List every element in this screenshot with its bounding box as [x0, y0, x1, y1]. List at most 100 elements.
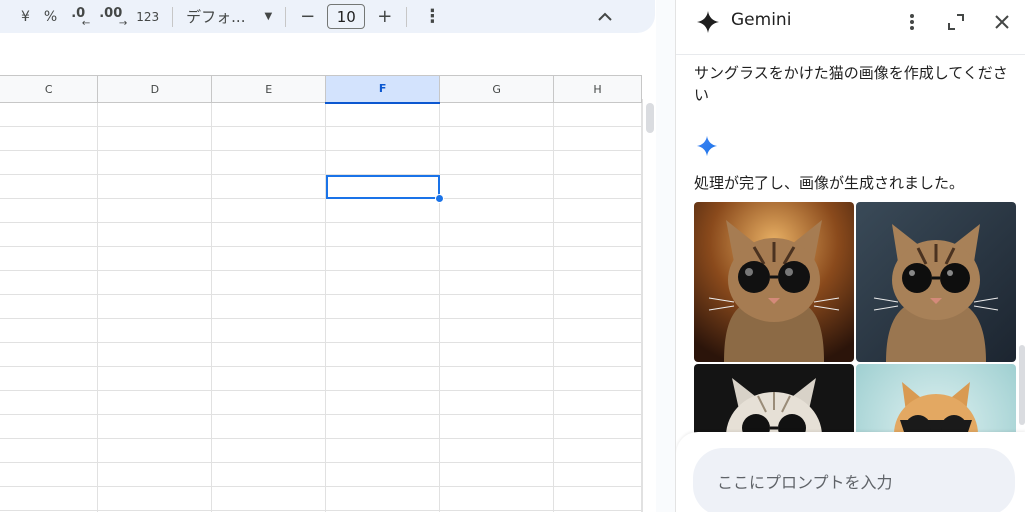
grid-cell[interactable]: [553, 486, 642, 511]
fill-handle[interactable]: [435, 194, 444, 203]
grid-cell[interactable]: [0, 438, 99, 463]
grid-cell[interactable]: [439, 174, 555, 199]
grid-cell[interactable]: [325, 126, 441, 151]
grid-cell[interactable]: [0, 414, 99, 439]
grid-cell[interactable]: [211, 342, 327, 367]
grid-cell[interactable]: [325, 270, 441, 295]
grid-cell[interactable]: [439, 222, 555, 247]
grid-cell[interactable]: [0, 126, 99, 151]
grid-cell[interactable]: [325, 102, 441, 127]
grid-cell[interactable]: [553, 342, 642, 367]
column-header-h[interactable]: H: [553, 75, 642, 103]
grid-cell[interactable]: [553, 390, 642, 415]
grid-cell[interactable]: [0, 222, 99, 247]
grid-cell[interactable]: [325, 342, 441, 367]
column-header-g[interactable]: G: [439, 75, 555, 103]
grid-cell[interactable]: [325, 246, 441, 271]
number-format-button[interactable]: 123: [129, 3, 166, 31]
vertical-scrollbar[interactable]: [642, 99, 656, 512]
grid-cell[interactable]: [439, 438, 555, 463]
grid-cell[interactable]: [439, 318, 555, 343]
generated-cat-image-4[interactable]: [856, 364, 1016, 435]
active-cell[interactable]: [325, 174, 441, 199]
decrease-decimal-button[interactable]: .0 ←: [64, 3, 92, 31]
grid-cell[interactable]: [553, 318, 642, 343]
grid-cell[interactable]: [211, 318, 327, 343]
grid-cell[interactable]: [0, 342, 99, 367]
grid-cell[interactable]: [439, 198, 555, 223]
grid-cell[interactable]: [439, 486, 555, 511]
grid-cell[interactable]: [439, 342, 555, 367]
grid-cell[interactable]: [0, 462, 99, 487]
increase-decimal-button[interactable]: .00 →: [92, 3, 129, 31]
close-icon[interactable]: [988, 8, 1016, 36]
generated-cat-image-1[interactable]: [694, 202, 854, 362]
increase-font-size-button[interactable]: +: [369, 3, 400, 31]
grid-cell[interactable]: [97, 270, 213, 295]
more-options-icon[interactable]: ⋮: [413, 3, 451, 31]
grid-cell[interactable]: [0, 270, 99, 295]
grid-cell[interactable]: [553, 174, 642, 199]
grid-cell[interactable]: [97, 198, 213, 223]
grid-cell[interactable]: [211, 294, 327, 319]
grid-cell[interactable]: [0, 102, 99, 127]
grid-cell[interactable]: [553, 150, 642, 175]
grid-cell[interactable]: [211, 246, 327, 271]
grid-cell[interactable]: [325, 486, 441, 511]
font-size-input[interactable]: 10: [327, 4, 366, 29]
grid-cell[interactable]: [211, 102, 327, 127]
column-header-c[interactable]: C: [0, 75, 99, 103]
decrease-font-size-button[interactable]: −: [292, 3, 323, 31]
expand-icon[interactable]: [942, 8, 970, 36]
grid-cell[interactable]: [97, 246, 213, 271]
generated-cat-image-2[interactable]: [856, 202, 1016, 362]
generated-cat-image-3[interactable]: [694, 364, 854, 435]
grid-cell[interactable]: [553, 102, 642, 127]
grid-cell[interactable]: [0, 246, 99, 271]
percent-format-button[interactable]: %: [37, 3, 64, 31]
grid-cell[interactable]: [553, 246, 642, 271]
grid-cell[interactable]: [553, 438, 642, 463]
grid-cell[interactable]: [97, 150, 213, 175]
grid-cell[interactable]: [439, 462, 555, 487]
grid-cell[interactable]: [439, 366, 555, 391]
grid-cell[interactable]: [325, 438, 441, 463]
currency-yen-button[interactable]: ¥: [14, 3, 37, 31]
column-header-d[interactable]: D: [97, 75, 213, 103]
panel-scrollbar[interactable]: [1019, 345, 1025, 425]
grid-cell[interactable]: [211, 174, 327, 199]
grid-cell[interactable]: [439, 390, 555, 415]
grid-cell[interactable]: [97, 438, 213, 463]
grid-cell[interactable]: [211, 462, 327, 487]
grid-cell[interactable]: [553, 366, 642, 391]
grid-cell[interactable]: [97, 318, 213, 343]
grid-cell[interactable]: [97, 486, 213, 511]
column-header-f[interactable]: F: [325, 75, 441, 104]
grid-cell[interactable]: [439, 126, 555, 151]
scrollbar-thumb[interactable]: [646, 103, 654, 133]
grid-cell[interactable]: [0, 174, 99, 199]
grid-cell[interactable]: [97, 366, 213, 391]
grid-cell[interactable]: [211, 150, 327, 175]
grid-cell[interactable]: [325, 222, 441, 247]
grid-cell[interactable]: [0, 294, 99, 319]
grid-cell[interactable]: [553, 222, 642, 247]
grid-cell[interactable]: [0, 390, 99, 415]
grid-cell[interactable]: [325, 198, 441, 223]
more-vert-icon[interactable]: [898, 8, 926, 36]
grid-cell[interactable]: [0, 150, 99, 175]
column-header-e[interactable]: E: [211, 75, 327, 103]
grid-cell[interactable]: [97, 174, 213, 199]
grid-cell[interactable]: [553, 126, 642, 151]
grid-cell[interactable]: [211, 270, 327, 295]
grid-cell[interactable]: [211, 198, 327, 223]
grid-cell[interactable]: [553, 414, 642, 439]
grid-cell[interactable]: [325, 414, 441, 439]
grid-cell[interactable]: [0, 486, 99, 511]
grid-cell[interactable]: [325, 390, 441, 415]
font-family-dropdown[interactable]: デフォ... ▼: [179, 3, 279, 31]
grid-cell[interactable]: [97, 126, 213, 151]
grid-cell[interactable]: [325, 318, 441, 343]
grid-cell[interactable]: [211, 486, 327, 511]
grid-cell[interactable]: [553, 294, 642, 319]
